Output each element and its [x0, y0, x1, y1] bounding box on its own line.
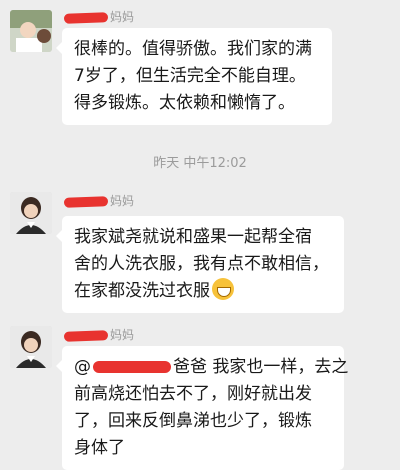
avatar[interactable]	[10, 192, 52, 234]
message-line: @ 爸爸 我家也一样，去之	[74, 354, 348, 381]
message-line: 7岁了，但生活完全不能自理。	[74, 66, 306, 86]
message-line: 身体了	[74, 438, 125, 458]
redaction-mark	[63, 11, 109, 24]
grin-emoji-icon	[212, 278, 234, 300]
sender-name: 妈妈	[63, 192, 134, 209]
avatar[interactable]	[10, 326, 52, 368]
avatar-photo-icon	[10, 10, 52, 52]
message-line: 了，回来反倒鼻涕也少了，锻炼	[74, 411, 312, 431]
message-bubble[interactable]: 我家斌尧就说和盛果一起帮全宿 舍的人洗衣服，我有点不敢相信， 在家都没洗过衣服	[56, 216, 344, 313]
redaction-mark	[63, 195, 109, 208]
message-line: 在家都没洗过衣服	[74, 278, 332, 305]
message-bubble[interactable]: 很棒的。值得骄傲。我们家的满 7岁了，但生活完全不能自理。 得多锻炼。太依赖和懒…	[56, 28, 332, 125]
message-line: 舍的人洗衣服，我有点不敢相信，	[74, 254, 329, 274]
avatar-photo-icon	[10, 192, 52, 234]
message-line: 很棒的。值得骄傲。我们家的满	[74, 39, 312, 59]
redaction-mark	[93, 361, 171, 373]
message-line: 前高烧还怕去不了，刚好就出发	[74, 384, 312, 404]
message-line: 得多锻炼。太依赖和懒惰了。	[74, 93, 295, 113]
sender-name: 妈妈	[63, 8, 134, 25]
avatar[interactable]	[10, 10, 52, 52]
timestamp: 昨天 中午12:02	[153, 156, 247, 171]
redaction-mark	[63, 329, 109, 342]
avatar-photo-icon	[10, 326, 52, 368]
message-line: 我家斌尧就说和盛果一起帮全宿	[74, 227, 312, 247]
mention-prefix: @	[74, 357, 91, 377]
message-bubble[interactable]: @ 爸爸 我家也一样，去之 前高烧还怕去不了，刚好就出发 了，回来反倒鼻涕也少了，…	[56, 346, 348, 470]
sender-name: 妈妈	[63, 326, 134, 343]
mention-text: 爸爸 我家也一样，去之	[173, 357, 349, 377]
